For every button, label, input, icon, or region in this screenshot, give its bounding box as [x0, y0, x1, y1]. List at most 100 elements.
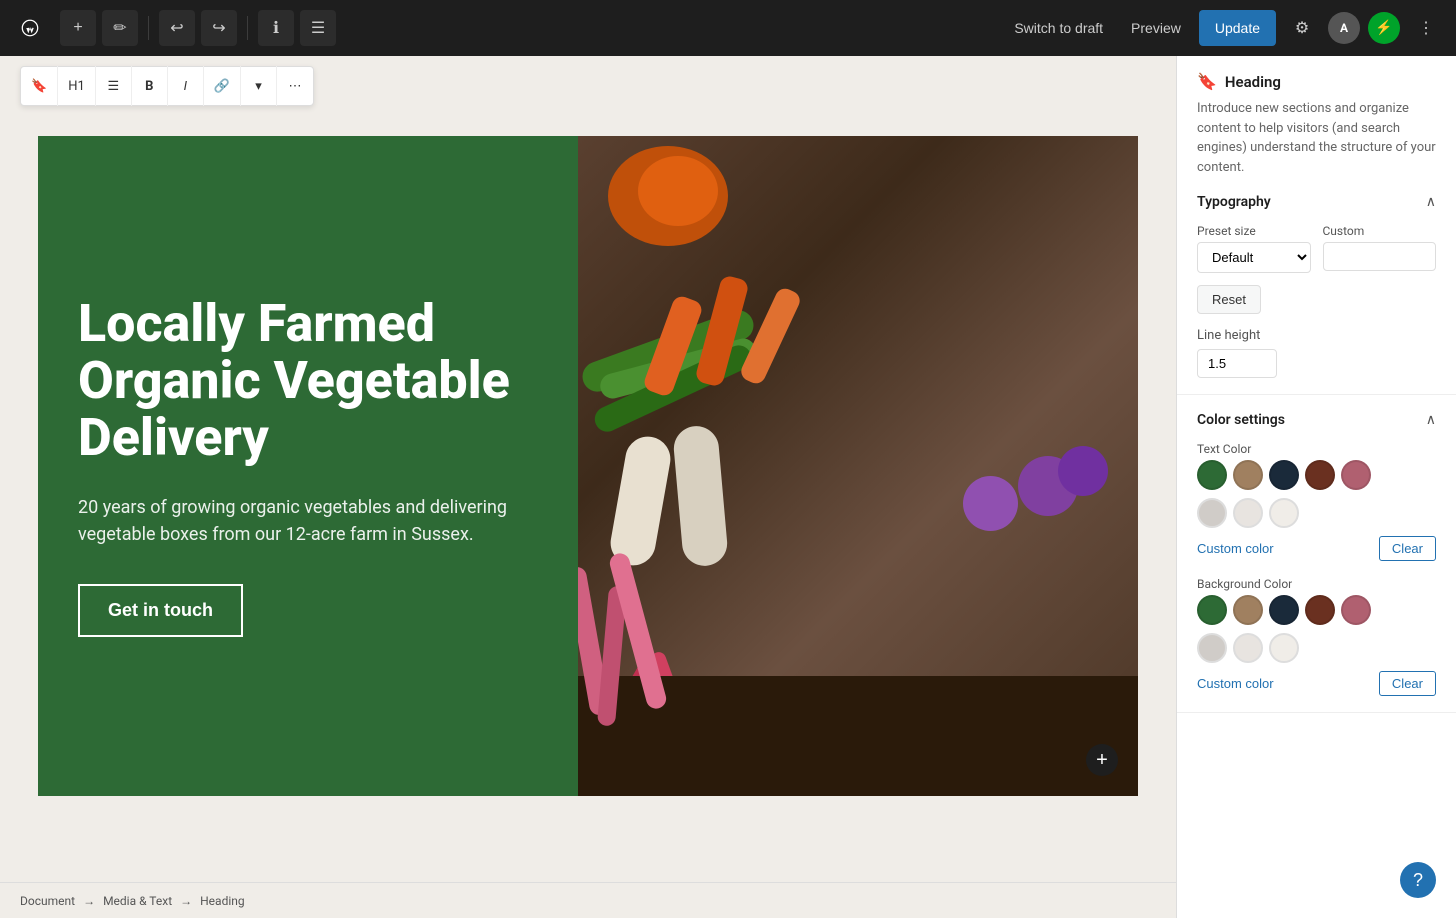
- block-type-bookmark[interactable]: 🔖: [21, 66, 58, 106]
- italic-icon: I: [184, 79, 187, 94]
- breadcrumb-heading[interactable]: Heading: [200, 894, 245, 908]
- color-settings-header: Color settings ∧: [1197, 411, 1436, 428]
- text-color-label: Text Color: [1197, 442, 1436, 456]
- typography-section: Typography ∧ Preset size Default Custom …: [1177, 177, 1456, 395]
- line-height-group: Line height: [1197, 328, 1436, 378]
- hero-heading[interactable]: Locally Farmed Organic Vegetable Deliver…: [78, 295, 538, 467]
- breadcrumb-arrow-1: →: [83, 894, 95, 908]
- redo-button[interactable]: ↪: [201, 10, 237, 46]
- bg-color-swatch-green[interactable]: [1197, 595, 1227, 625]
- hero-block: Locally Farmed Organic Vegetable Deliver…: [38, 136, 1138, 796]
- toolbar-right: Switch to draft Preview Update ⚙ A ⚡ ⋮: [1004, 10, 1444, 46]
- edit-button[interactable]: ✏: [102, 10, 138, 46]
- lightning-badge[interactable]: ⚡: [1368, 12, 1400, 44]
- bold-button[interactable]: B: [132, 66, 168, 106]
- toolbar-divider: [148, 16, 149, 40]
- text-color-group: Text Color Custom color Clear: [1197, 442, 1436, 561]
- italic-button[interactable]: I: [168, 66, 204, 106]
- toolbar-divider-2: [247, 16, 248, 40]
- color-settings-collapse-button[interactable]: ∧: [1426, 411, 1436, 428]
- bg-color-swatch-navy[interactable]: [1269, 595, 1299, 625]
- bg-color-label: Background Color: [1197, 577, 1436, 591]
- text-color-swatches-light: [1197, 498, 1436, 528]
- hero-image-area: [578, 136, 1138, 796]
- custom-label: Custom: [1323, 224, 1437, 238]
- line-height-input[interactable]: [1197, 349, 1277, 378]
- text-color-swatches: [1197, 460, 1436, 490]
- reset-button[interactable]: Reset: [1197, 285, 1261, 314]
- list-view-button[interactable]: ☰: [300, 10, 336, 46]
- text-color-swatch-navy[interactable]: [1269, 460, 1299, 490]
- panel-heading-info: 🔖 Heading Introduce new sections and org…: [1177, 56, 1456, 177]
- update-button[interactable]: Update: [1199, 10, 1276, 46]
- more-button[interactable]: ⋮: [1408, 10, 1444, 46]
- switch-draft-button[interactable]: Switch to draft: [1004, 14, 1113, 42]
- align-button[interactable]: ☰: [96, 66, 132, 106]
- panel-heading-row: 🔖 Heading: [1197, 72, 1436, 91]
- line-height-label: Line height: [1197, 328, 1436, 343]
- breadcrumb-arrow-2: →: [180, 894, 192, 908]
- text-color-swatch-offwhite[interactable]: [1233, 498, 1263, 528]
- preset-size-col: Preset size Default: [1197, 224, 1311, 273]
- heading-level-button[interactable]: H1: [58, 66, 96, 106]
- help-button[interactable]: ?: [1400, 862, 1436, 898]
- custom-col: Custom: [1323, 224, 1437, 271]
- bg-color-swatch-brown[interactable]: [1305, 595, 1335, 625]
- right-panel: 🔖 Heading Introduce new sections and org…: [1176, 56, 1456, 918]
- color-settings-section: Color settings ∧ Text Color: [1177, 395, 1456, 713]
- panel-description: Introduce new sections and organize cont…: [1197, 99, 1436, 177]
- editor-area: 🔖 H1 ☰ B I 🔗 ▾ ⋯ Locally Farmed Organic …: [0, 56, 1176, 918]
- settings-button[interactable]: ⚙: [1284, 10, 1320, 46]
- add-block-button[interactable]: +: [60, 10, 96, 46]
- bold-icon: B: [145, 79, 153, 94]
- wp-logo[interactable]: [12, 10, 48, 46]
- color-settings-title: Color settings: [1197, 412, 1285, 428]
- main-area: 🔖 H1 ☰ B I 🔗 ▾ ⋯ Locally Farmed Organic …: [0, 56, 1456, 918]
- bg-color-swatches: [1197, 595, 1436, 625]
- text-color-swatch-tan[interactable]: [1233, 460, 1263, 490]
- preset-size-select[interactable]: Default: [1197, 242, 1311, 273]
- text-color-swatch-lightgray[interactable]: [1197, 498, 1227, 528]
- panel-bookmark-icon: 🔖: [1197, 72, 1217, 91]
- bg-color-actions: Custom color Clear: [1197, 671, 1436, 696]
- text-options-dropdown[interactable]: ▾: [241, 66, 277, 106]
- undo-button[interactable]: ↩: [159, 10, 195, 46]
- info-button[interactable]: ℹ: [258, 10, 294, 46]
- link-button[interactable]: 🔗: [204, 66, 241, 106]
- text-clear-button[interactable]: Clear: [1379, 536, 1436, 561]
- link-icon: 🔗: [214, 79, 230, 94]
- text-color-swatch-mauve[interactable]: [1341, 460, 1371, 490]
- bg-color-swatches-light: [1197, 633, 1436, 663]
- breadcrumb-document[interactable]: Document: [20, 894, 75, 908]
- text-custom-color-button[interactable]: Custom color: [1197, 541, 1274, 556]
- bg-clear-button[interactable]: Clear: [1379, 671, 1436, 696]
- text-color-actions: Custom color Clear: [1197, 536, 1436, 561]
- get-in-touch-button[interactable]: Get in touch: [78, 584, 243, 637]
- breadcrumb: Document → Media & Text → Heading: [0, 882, 1176, 918]
- avatar[interactable]: A: [1328, 12, 1360, 44]
- preset-size-label: Preset size: [1197, 224, 1311, 238]
- bg-color-swatch-mauve[interactable]: [1341, 595, 1371, 625]
- typography-collapse-button[interactable]: ∧: [1426, 193, 1436, 210]
- bg-color-swatch-tan[interactable]: [1233, 595, 1263, 625]
- bg-color-group: Background Color Custom color Clear: [1197, 577, 1436, 696]
- panel-heading-title: Heading: [1225, 73, 1281, 91]
- text-color-swatch-brown[interactable]: [1305, 460, 1335, 490]
- bg-color-swatch-lightgray[interactable]: [1197, 633, 1227, 663]
- breadcrumb-media-text[interactable]: Media & Text: [103, 894, 172, 908]
- align-icon: ☰: [107, 79, 119, 94]
- hero-subtitle[interactable]: 20 years of growing organic vegetables a…: [78, 494, 538, 548]
- typography-title: Typography: [1197, 194, 1271, 210]
- bookmark-icon: 🔖: [31, 79, 47, 94]
- text-color-swatch-white[interactable]: [1269, 498, 1299, 528]
- bg-custom-color-button[interactable]: Custom color: [1197, 676, 1274, 691]
- preset-size-row: Preset size Default Custom: [1197, 224, 1436, 273]
- bg-color-swatch-white[interactable]: [1269, 633, 1299, 663]
- more-options-button[interactable]: ⋯: [277, 66, 313, 106]
- add-after-button[interactable]: +: [1086, 744, 1118, 776]
- bg-color-swatch-offwhite[interactable]: [1233, 633, 1263, 663]
- custom-size-input[interactable]: [1323, 242, 1437, 271]
- hero-image: [578, 136, 1138, 796]
- text-color-swatch-green[interactable]: [1197, 460, 1227, 490]
- preview-button[interactable]: Preview: [1121, 14, 1191, 42]
